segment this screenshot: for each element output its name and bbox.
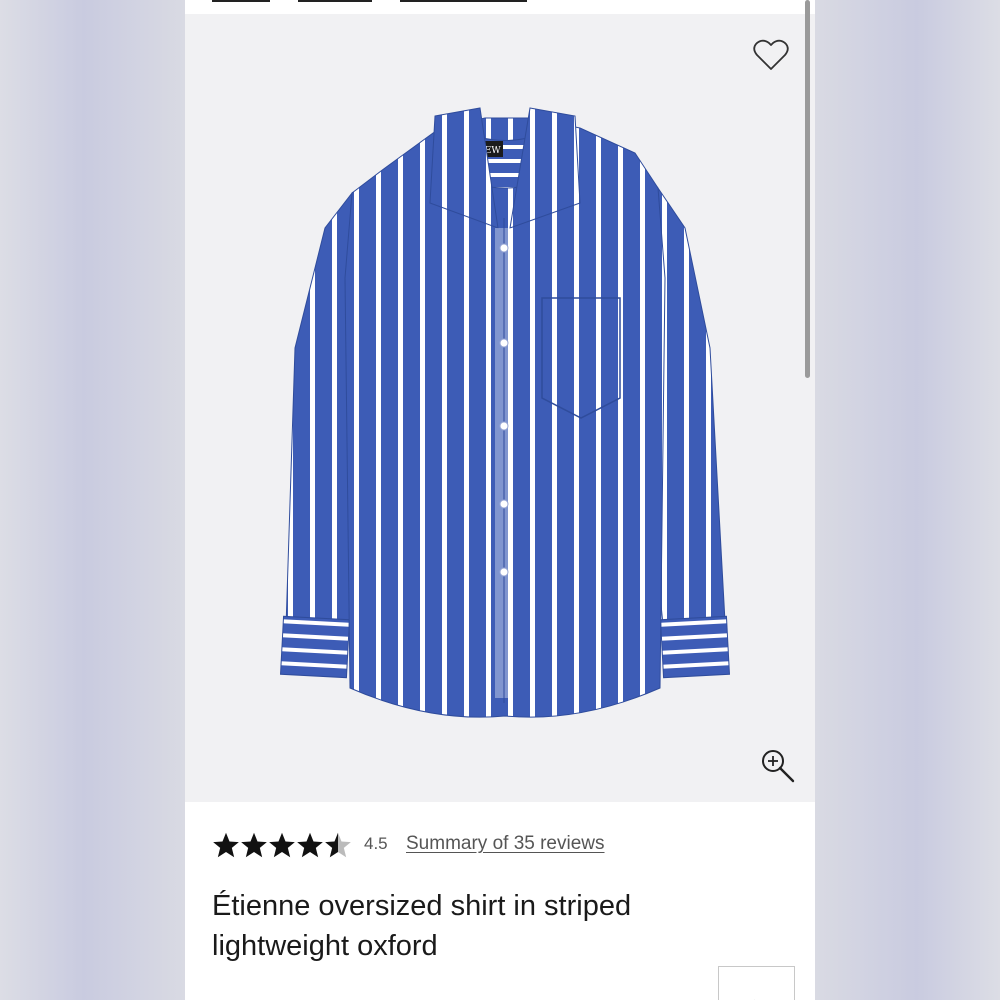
half-star-icon	[325, 832, 351, 858]
product-image-area[interactable]: J.CREW	[185, 14, 815, 802]
reviews-summary-link[interactable]: Summary of 35 reviews	[406, 833, 605, 855]
product-page: J.CREW	[185, 0, 815, 1000]
rating-value: 4.5	[364, 834, 388, 853]
breadcrumb-item[interactable]	[400, 0, 527, 2]
rating-stars	[212, 830, 352, 860]
next-button[interactable]: ›	[718, 966, 795, 1000]
heart-icon[interactable]	[753, 38, 789, 72]
product-title-line: Étienne oversized shirt in striped	[212, 890, 632, 922]
zoom-in-icon[interactable]	[759, 747, 797, 785]
breadcrumb	[185, 0, 815, 14]
star-icon	[213, 832, 239, 858]
product-title: Étienne oversized shirt in striped light…	[212, 886, 732, 966]
scrollbar[interactable]	[805, 0, 810, 378]
star-icon	[297, 832, 323, 858]
star-icon	[269, 832, 295, 858]
product-image[interactable]: J.CREW	[280, 98, 730, 718]
breadcrumb-item[interactable]	[212, 0, 270, 2]
background-right	[815, 0, 1000, 1000]
background-left	[0, 0, 185, 1000]
product-info: 4.5 Summary of 35 reviews Étienne oversi…	[185, 802, 815, 1000]
star-icon	[241, 832, 267, 858]
breadcrumb-item[interactable]	[298, 0, 372, 2]
product-title-line: lightweight oxford	[212, 930, 438, 962]
chevron-right-icon: ›	[753, 993, 759, 1000]
